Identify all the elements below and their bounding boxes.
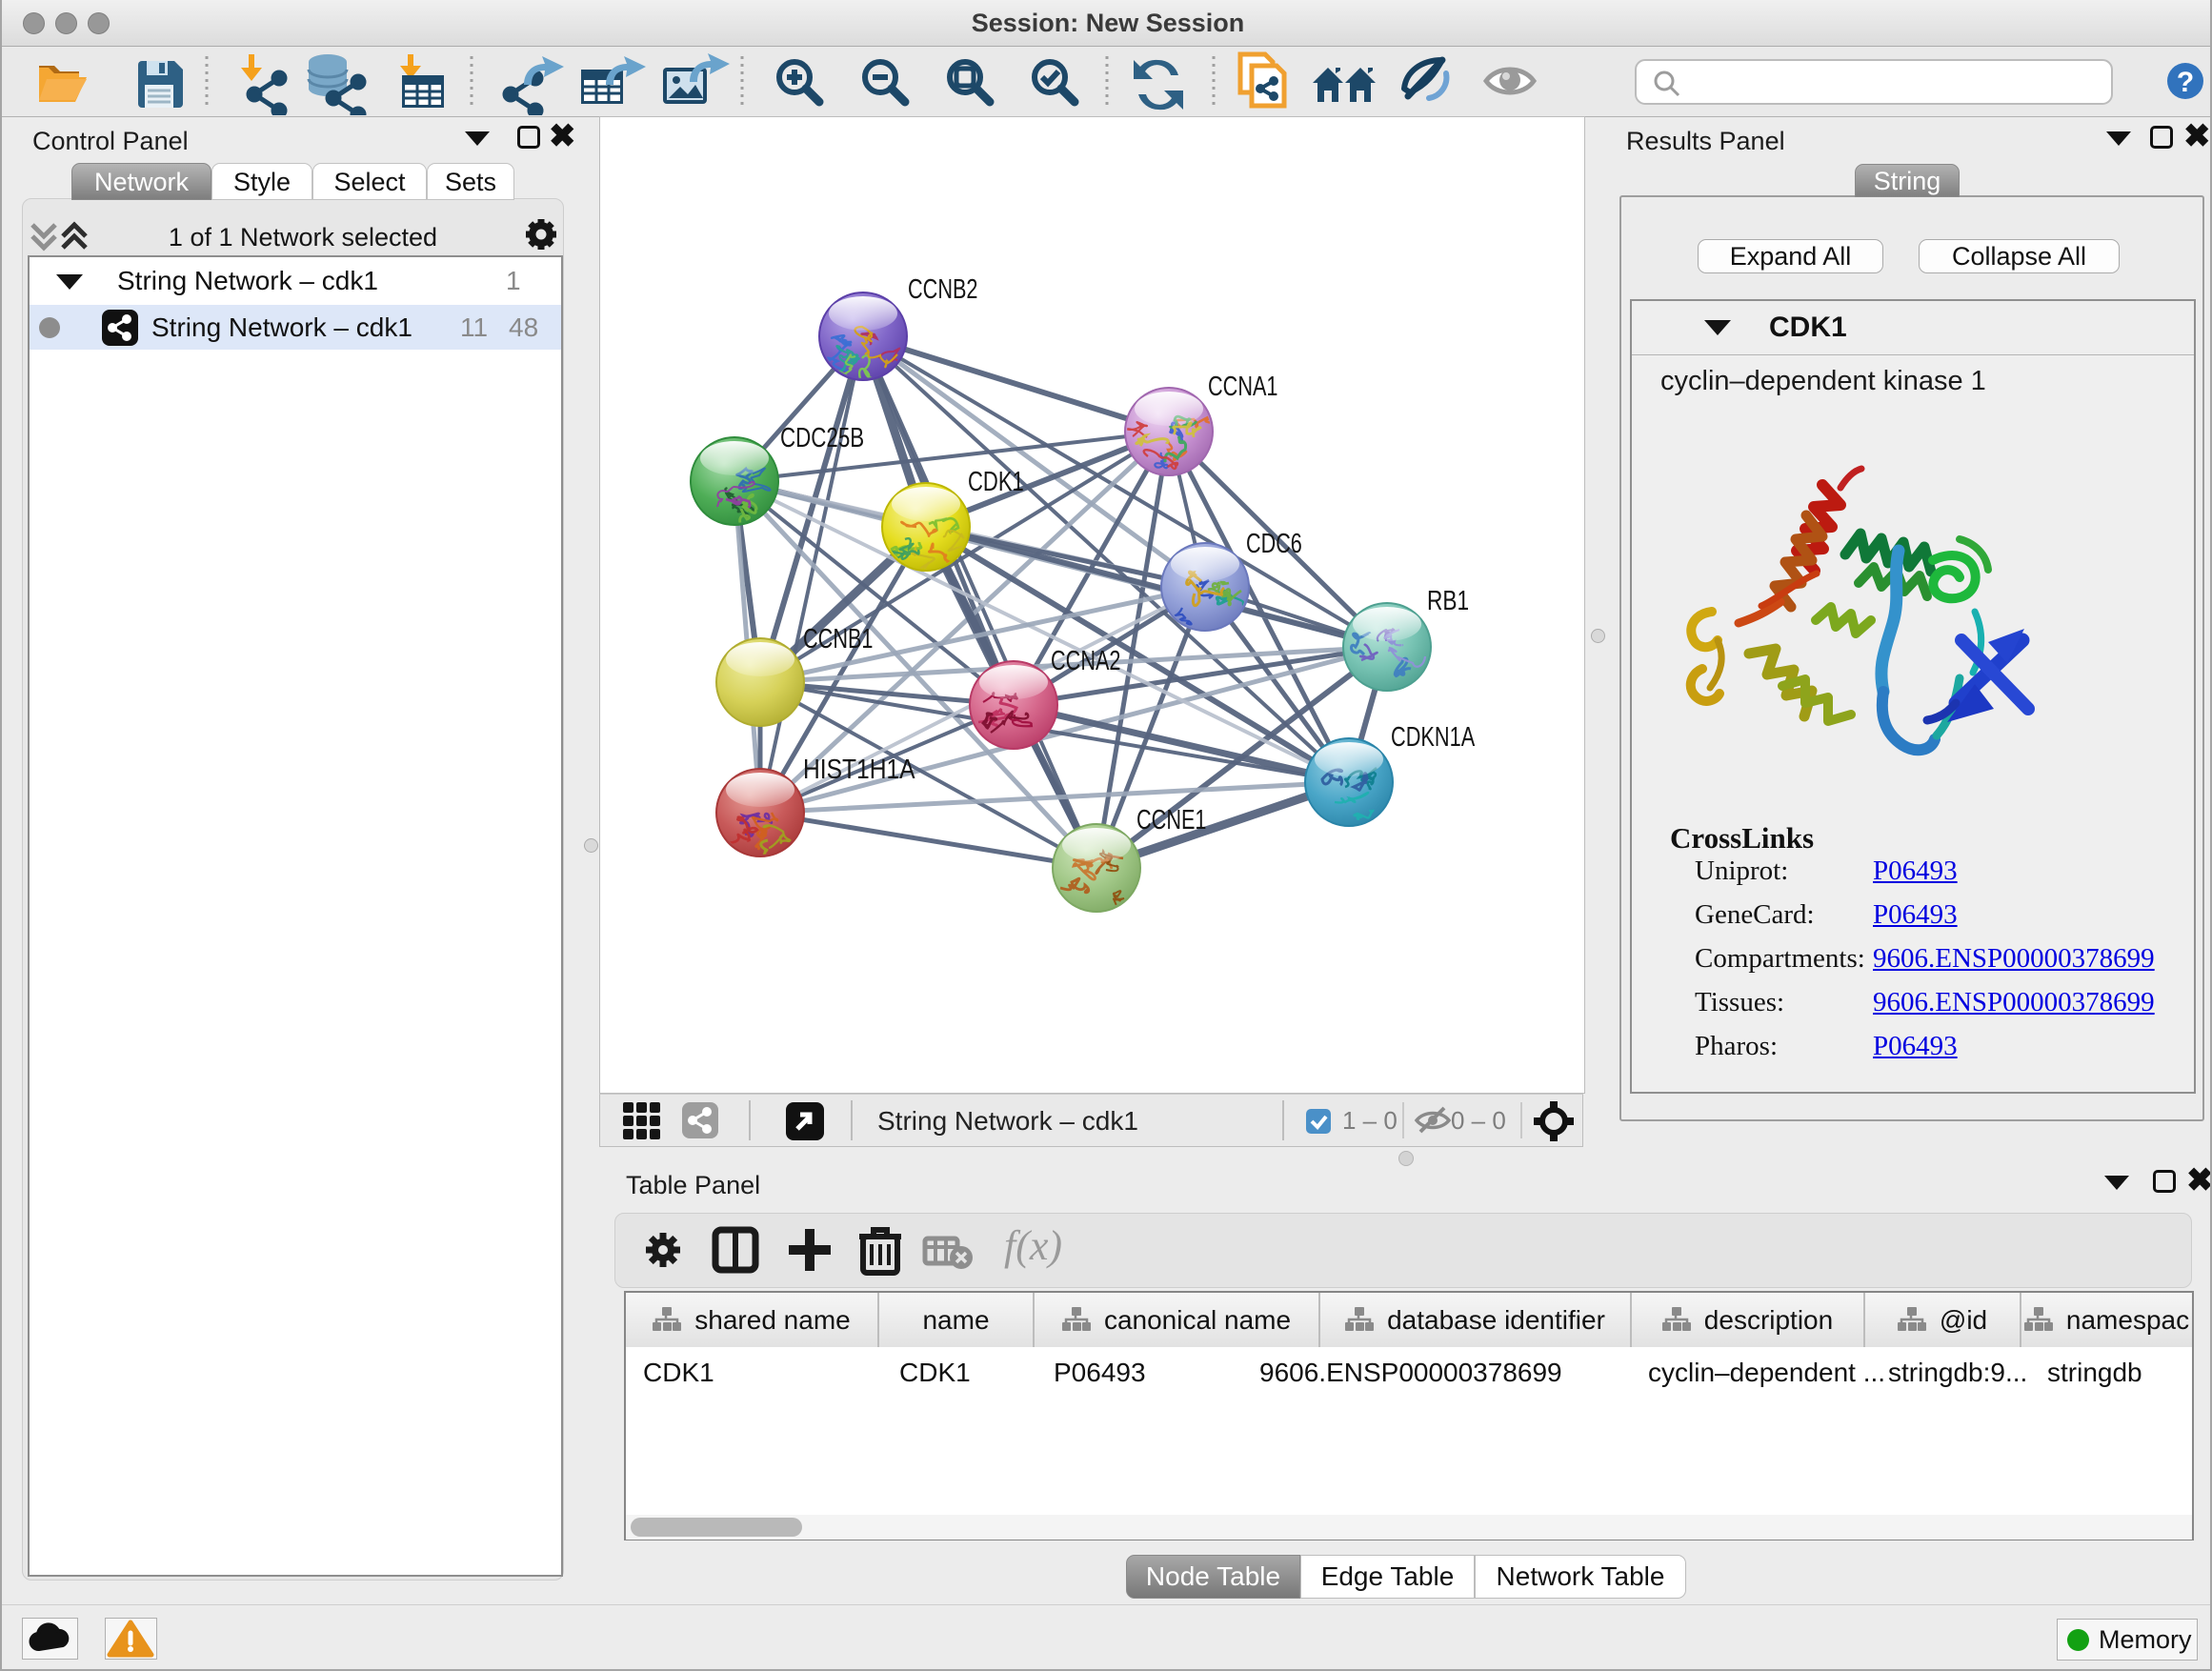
svg-text:String Network – cdk1: String Network – cdk1 xyxy=(877,1106,1138,1136)
svg-text:f(x): f(x) xyxy=(1004,1222,1062,1269)
svg-text:0 – 0: 0 – 0 xyxy=(1451,1106,1506,1135)
svg-text:CDK1: CDK1 xyxy=(968,467,1024,497)
svg-text:CCNA2: CCNA2 xyxy=(1051,646,1121,676)
svg-text:CDKN1A: CDKN1A xyxy=(1391,722,1476,753)
svg-text:1 – 0: 1 – 0 xyxy=(1342,1106,1398,1135)
svg-text:CCNB1: CCNB1 xyxy=(803,624,874,654)
svg-text:RB1: RB1 xyxy=(1427,586,1469,616)
svg-text:CDC6: CDC6 xyxy=(1246,529,1302,559)
svg-text:CCNE1: CCNE1 xyxy=(1136,805,1207,836)
svg-text:CCNA1: CCNA1 xyxy=(1208,372,1278,402)
svg-text:CDC25B: CDC25B xyxy=(780,423,864,453)
svg-text:CCNB2: CCNB2 xyxy=(908,274,978,305)
svg-text:HIST1H1A: HIST1H1A xyxy=(803,755,915,785)
svg-text:?: ? xyxy=(2177,67,2194,98)
